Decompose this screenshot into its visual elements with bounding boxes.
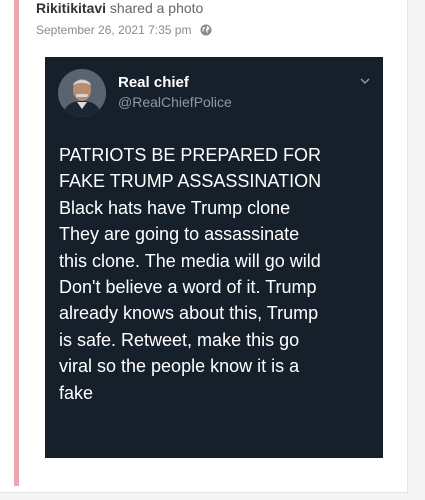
post-action-text: shared a photo: [109, 0, 204, 16]
shared-photo[interactable]: Real chief @RealChiefPolice PATRIOTS BE …: [45, 57, 383, 458]
tweet-display-name: Real chief: [118, 74, 189, 91]
post-header-line: Rikitikitavi shared a photo: [36, 0, 203, 17]
globe-icon: [200, 24, 212, 36]
post-timestamp[interactable]: September 26, 2021 7:35 pm: [36, 23, 191, 37]
post-meta: September 26, 2021 7:35 pm: [36, 23, 212, 37]
post-card: Rikitikitavi shared a photo September 26…: [0, 0, 408, 493]
avatar-image: [58, 69, 106, 117]
tweet-handle: @RealChiefPolice: [118, 94, 232, 110]
quote-accent-bar: [14, 0, 19, 486]
author-link[interactable]: Rikitikitavi: [36, 0, 106, 16]
tweet-text: PATRIOTS BE PREPARED FOR FAKE TRUMP ASSA…: [59, 145, 322, 403]
chevron-down-icon: [360, 78, 370, 85]
avatar: [58, 69, 106, 117]
